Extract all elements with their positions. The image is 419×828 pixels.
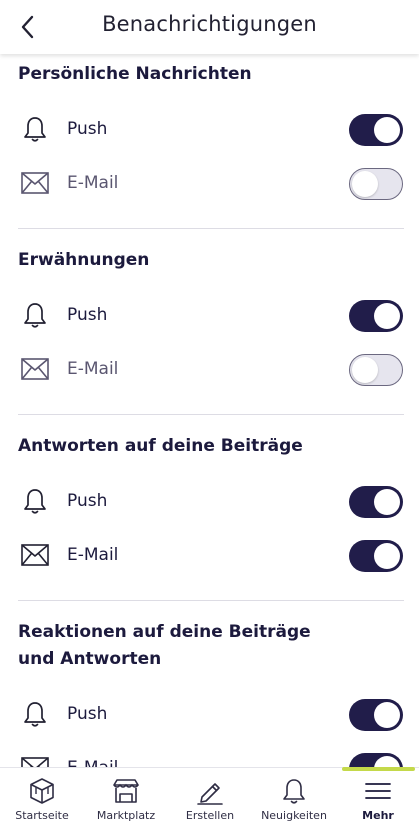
- setting-row-email: E-Mail: [0, 348, 419, 392]
- toggle-knob: [374, 303, 400, 329]
- nav-item-startseite[interactable]: Startseite: [0, 768, 84, 828]
- nav-label: Neuigkeiten: [261, 809, 327, 822]
- setting-label: E-Mail: [67, 359, 119, 379]
- bell-icon: [24, 303, 46, 328]
- nav-item-marktplatz[interactable]: Marktplatz: [84, 768, 168, 828]
- email-toggle[interactable]: [349, 168, 403, 200]
- push-toggle[interactable]: [349, 699, 403, 731]
- setting-row-push: Push: [0, 480, 419, 524]
- setting-label: E-Mail: [67, 545, 119, 565]
- notification-settings-list[interactable]: Persönliche Nachrichten Push E-Mail Erwä…: [0, 54, 419, 767]
- nav-item-mehr[interactable]: Mehr: [336, 768, 419, 828]
- setting-label: Push: [67, 704, 108, 724]
- nav-label: Erstellen: [185, 809, 235, 822]
- section-title: Reaktionen auf deine Beiträge und Antwor…: [18, 622, 311, 669]
- page-title: Benachrichtigungen: [102, 12, 317, 36]
- email-toggle[interactable]: [349, 753, 403, 767]
- envelope-icon: [21, 172, 49, 194]
- pencil-icon: [197, 783, 223, 805]
- section-divider: [18, 600, 404, 601]
- nav-item-erstellen[interactable]: Erstellen: [168, 768, 252, 828]
- section-divider: [18, 414, 404, 415]
- setting-row-email: E-Mail: [0, 747, 419, 767]
- push-toggle[interactable]: [349, 300, 403, 332]
- nav-label: Marktplatz: [96, 809, 156, 822]
- section-divider: [18, 228, 404, 229]
- email-toggle[interactable]: [349, 540, 403, 572]
- setting-row-push: Push: [0, 108, 419, 152]
- setting-label: Push: [67, 491, 108, 511]
- push-toggle[interactable]: [349, 486, 403, 518]
- setting-label: E-Mail: [67, 173, 119, 193]
- nav-label: Mehr: [362, 809, 394, 822]
- setting-row-push: Push: [0, 294, 419, 338]
- active-tab-indicator: [342, 767, 415, 771]
- home-cube-icon: [30, 778, 54, 804]
- toggle-knob: [374, 756, 400, 767]
- toggle-knob: [352, 170, 378, 197]
- section-title: Erwähnungen: [18, 250, 150, 270]
- envelope-icon: [21, 757, 49, 767]
- section-title: Persönliche Nachrichten: [18, 64, 252, 84]
- bell-icon: [24, 489, 46, 514]
- menu-icon: [365, 783, 391, 799]
- toggle-knob: [352, 356, 378, 383]
- setting-row-push: Push: [0, 693, 419, 737]
- setting-label: E-Mail: [67, 758, 118, 767]
- bell-icon: [24, 702, 46, 727]
- bell-icon: [283, 779, 305, 804]
- push-toggle[interactable]: [349, 114, 403, 146]
- toggle-knob: [374, 543, 400, 569]
- bottom-navigation: Startseite Marktplatz Erstellen Neuigkei…: [0, 767, 419, 828]
- email-toggle[interactable]: [349, 354, 403, 386]
- bell-icon: [24, 117, 46, 142]
- toggle-knob: [374, 489, 400, 515]
- toggle-knob: [374, 117, 400, 143]
- section-title: Antworten auf deine Beiträge: [18, 436, 303, 456]
- nav-label: Startseite: [15, 809, 69, 822]
- setting-row-email: E-Mail: [0, 534, 419, 578]
- setting-row-email: E-Mail: [0, 162, 419, 206]
- setting-label: Push: [67, 119, 108, 139]
- envelope-icon: [21, 544, 49, 566]
- market-stall-icon: [113, 779, 139, 803]
- app-header: Benachrichtigungen: [0, 0, 419, 54]
- envelope-icon: [21, 358, 49, 380]
- toggle-knob: [374, 702, 400, 728]
- setting-label: Push: [67, 305, 108, 325]
- nav-item-neuigkeiten[interactable]: Neuigkeiten: [252, 768, 336, 828]
